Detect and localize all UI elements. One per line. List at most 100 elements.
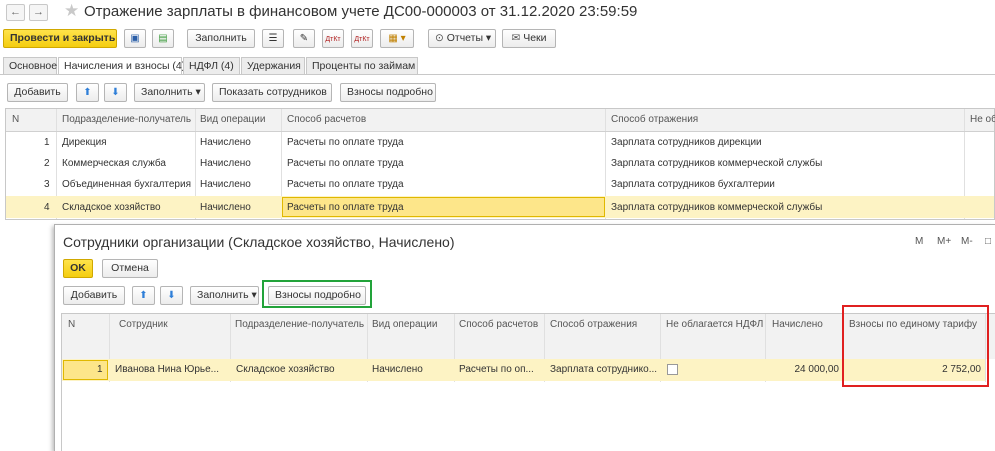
contributions-detail-button[interactable]: Взносы подробно	[340, 83, 436, 102]
reports-icon: ⊙	[435, 32, 447, 44]
row-operation[interactable]: Начислено	[200, 158, 251, 169]
row-number: 4	[44, 202, 50, 213]
sub-contributions-detail-button[interactable]: Взносы подробно	[268, 286, 366, 305]
move-down-button[interactable]: ⬇	[104, 83, 127, 102]
window-title: Отражение зарплаты в финансовом учете ДС…	[84, 3, 638, 20]
back-button[interactable]: ←	[6, 4, 25, 21]
subform-title: Сотрудники организации (Складское хозяйс…	[63, 234, 455, 250]
fill-label: Заполнить	[141, 86, 193, 98]
chevron-down-icon: ▾	[192, 86, 201, 98]
cancel-button[interactable]: Отмена	[102, 259, 158, 278]
row-operation[interactable]: Начислено	[200, 137, 251, 148]
row-accrued[interactable]: 24 000,00	[767, 364, 840, 375]
reports-button[interactable]: ⊙ Отчеты ▾	[428, 29, 496, 48]
arrow-down-icon: ⬇	[111, 87, 120, 98]
sub-add-button[interactable]: Добавить	[63, 286, 125, 305]
dt-kt-post-button[interactable]: ДтКт	[351, 29, 373, 48]
row-operation[interactable]: Начислено	[200, 179, 251, 190]
employees-subform: Сотрудники организации (Складское хозяйс…	[54, 224, 995, 451]
row-number: 2	[44, 158, 50, 169]
fill-button[interactable]: Заполнить	[187, 29, 255, 48]
post-and-close-button[interactable]: Провести и закрыть	[3, 29, 117, 48]
row-calc-method[interactable]: Расчеты по оплате труда	[287, 158, 404, 169]
arrow-right-icon: →	[33, 6, 44, 18]
create-based-on-icon: ▦ ▾	[388, 33, 406, 44]
dt-kt-journal-icon: ДтКт	[354, 36, 370, 43]
column-header-dept[interactable]: Подразделение-получатель	[62, 114, 191, 125]
tab-loan-interest[interactable]: Проценты по займам	[306, 57, 418, 74]
column-header-n[interactable]: N	[68, 319, 75, 330]
row-dept[interactable]: Дирекция	[62, 137, 107, 148]
column-header-calc-method[interactable]: Способ расчетов	[287, 114, 366, 125]
tab-deductions[interactable]: Удержания	[241, 57, 305, 74]
arrow-left-icon: ←	[10, 6, 21, 18]
column-header-reflection[interactable]: Способ отражения	[611, 114, 698, 125]
post-document-icon: ▤	[158, 33, 168, 44]
memory-button[interactable]: M	[915, 236, 923, 247]
row-number: 1	[44, 137, 50, 148]
row-reflection[interactable]: Зарплата сотруднико...	[550, 364, 658, 375]
row-dept[interactable]: Коммерческая служба	[62, 158, 166, 169]
column-header-not-taxed[interactable]: Не об	[970, 114, 995, 125]
column-header-calc-method[interactable]: Способ расчетов	[459, 319, 538, 330]
forward-button[interactable]: →	[29, 4, 48, 21]
move-up-button[interactable]: ⬆	[76, 83, 99, 102]
row-reflection[interactable]: Зарплата сотрудников коммерческой службы	[611, 158, 822, 169]
row-dept[interactable]: Объединенная бухгалтерия	[62, 179, 191, 190]
memory-plus-button[interactable]: M+	[937, 236, 951, 247]
sub-fill-label: Заполнить	[197, 289, 249, 301]
tab-accruals[interactable]: Начисления и взносы (4)	[58, 57, 185, 75]
create-based-button[interactable]: ▦ ▾	[380, 29, 414, 48]
maximize-icon[interactable]: □	[985, 236, 991, 247]
row-employee[interactable]: Иванова Нина Юрье...	[115, 364, 227, 375]
row-reflection[interactable]: Зарплата сотрудников дирекции	[611, 137, 762, 148]
not-taxed-checkbox[interactable]	[667, 364, 678, 375]
row-calc-method[interactable]: Расчеты по оп...	[459, 364, 542, 375]
chevron-down-icon: ▾	[483, 32, 492, 44]
row-number: 3	[44, 179, 50, 190]
list-button[interactable]: ☰	[262, 29, 284, 48]
save-button[interactable]: ▣	[124, 29, 146, 48]
column-header-not-taxed[interactable]: Не облагается НДФЛ	[666, 319, 763, 330]
column-header-operation[interactable]: Вид операции	[200, 114, 265, 125]
arrow-up-icon: ⬆	[139, 290, 148, 301]
chevron-down-icon: ▾	[248, 289, 257, 301]
dt-kt-button[interactable]: ДтКт	[322, 29, 344, 48]
row-dept[interactable]: Складское хозяйство	[236, 364, 335, 375]
receipt-icon: ✉	[511, 32, 524, 44]
favorite-star-icon[interactable]: ★	[64, 1, 79, 21]
column-header-employee[interactable]: Сотрудник	[119, 319, 168, 330]
row-calc-method[interactable]: Расчеты по оплате труда	[287, 179, 404, 190]
column-header-reflection[interactable]: Способ отражения	[550, 319, 637, 330]
row-operation[interactable]: Начислено	[200, 202, 251, 213]
row-calc-method[interactable]: Расчеты по оплате труда	[287, 202, 404, 213]
tab-ndfl[interactable]: НДФЛ (4)	[183, 57, 240, 74]
floppy-disk-icon: ▣	[130, 33, 140, 44]
paperclip-icon: ✎	[299, 33, 309, 44]
fill-dropdown-button[interactable]: Заполнить ▾	[134, 83, 205, 102]
column-header-operation[interactable]: Вид операции	[372, 319, 437, 330]
memory-minus-button[interactable]: M-	[961, 236, 973, 247]
column-header-n[interactable]: N	[12, 114, 19, 125]
row-reflection[interactable]: Зарплата сотрудников коммерческой службы	[611, 202, 822, 213]
post-button[interactable]: ▤	[152, 29, 174, 48]
show-employees-button[interactable]: Показать сотрудников	[212, 83, 332, 102]
table-row[interactable]	[6, 132, 994, 153]
add-button[interactable]: Добавить	[7, 83, 68, 102]
row-dept[interactable]: Складское хозяйство	[62, 202, 161, 213]
arrow-up-icon: ⬆	[83, 87, 92, 98]
ok-button[interactable]: OK	[63, 259, 93, 278]
sub-move-down-button[interactable]: ⬇	[160, 286, 183, 305]
attach-button[interactable]: ✎	[293, 29, 315, 48]
tab-main[interactable]: Основное	[3, 57, 57, 74]
sub-fill-dropdown-button[interactable]: Заполнить ▾	[190, 286, 259, 305]
checks-button[interactable]: ✉ Чеки	[502, 29, 556, 48]
column-header-dept[interactable]: Подразделение-получатель	[235, 319, 364, 330]
list-icon: ☰	[268, 33, 278, 44]
row-calc-method[interactable]: Расчеты по оплате труда	[287, 137, 404, 148]
column-header-accrued[interactable]: Начислено	[772, 319, 823, 330]
sub-move-up-button[interactable]: ⬆	[132, 286, 155, 305]
row-reflection[interactable]: Зарплата сотрудников бухгалтерии	[611, 179, 775, 190]
tab-divider	[0, 74, 995, 75]
row-operation[interactable]: Начислено	[372, 364, 423, 375]
